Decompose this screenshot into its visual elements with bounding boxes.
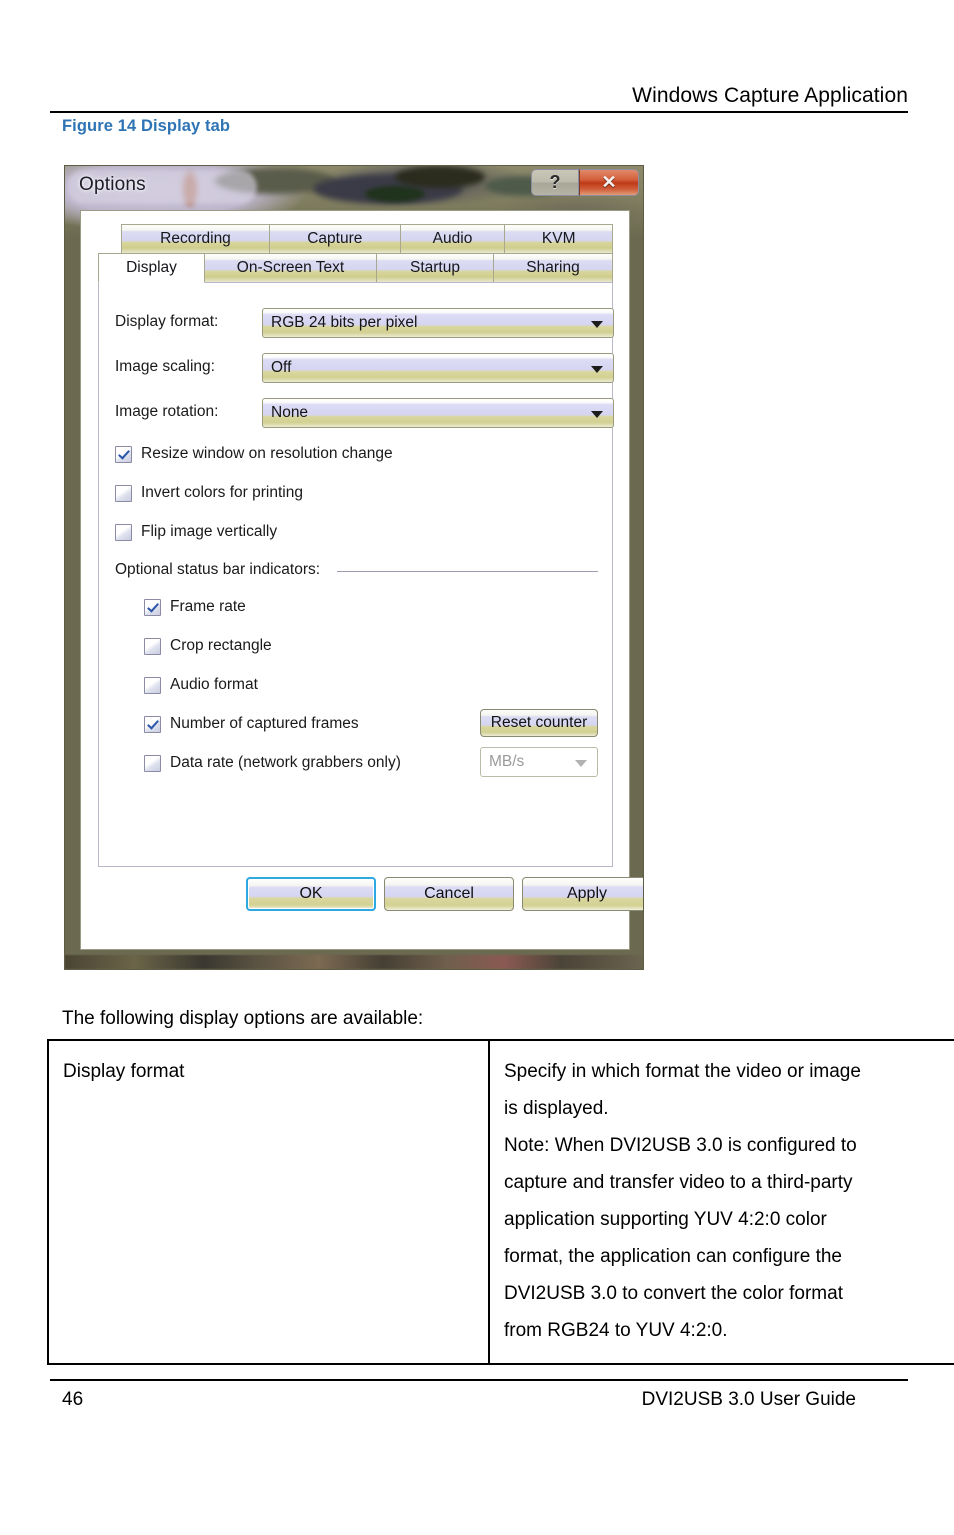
cancel-button[interactable]: Cancel	[384, 877, 514, 911]
window-controls: ? ✕	[531, 169, 639, 196]
tab-on-screen-text[interactable]: On-Screen Text	[204, 253, 377, 282]
dialog-body: Recording Capture Audio KVM Display On-S…	[80, 210, 643, 950]
checkbox-resize-window-on-resolution-change[interactable]: Resize window on resolution change	[115, 445, 393, 463]
checkbox-frame-rate[interactable]: Frame rate	[144, 598, 246, 616]
tab-row-bottom: Display On-Screen Text Startup Sharing	[98, 253, 613, 283]
intro-paragraph: The following display options are availa…	[62, 1008, 424, 1029]
tab-audio[interactable]: Audio	[399, 224, 506, 253]
checkbox-label: Crop rectangle	[170, 637, 272, 654]
document-title: DVI2USB 3.0 User Guide	[641, 1389, 856, 1410]
tab-startup[interactable]: Startup	[376, 253, 494, 282]
group-title: Optional status bar indicators:	[115, 561, 321, 578]
description-line: format, the application can configure th…	[504, 1246, 842, 1268]
checkbox-audio-format[interactable]: Audio format	[144, 676, 258, 694]
description-line: capture and transfer video to a third-pa…	[504, 1172, 853, 1194]
help-button[interactable]: ?	[531, 169, 579, 196]
figure-caption: Figure 14 Display tab	[62, 117, 231, 135]
display-format-label: Display format:	[115, 313, 219, 330]
checkbox-icon-unchecked[interactable]	[144, 637, 161, 655]
image-rotation-select[interactable]: None	[262, 398, 614, 428]
checkbox-icon-unchecked[interactable]	[144, 754, 161, 772]
data-rate-unit-value: MB/s	[489, 753, 525, 770]
figure-screenshot-options-dialog: Options ? ✕ Recording Capture Audio KVM …	[64, 165, 644, 970]
checkbox-icon-unchecked[interactable]	[144, 676, 161, 694]
tab-display[interactable]: Display	[98, 253, 205, 283]
description-line: is displayed.	[504, 1098, 609, 1120]
ok-button[interactable]: OK	[246, 877, 376, 911]
tab-kvm[interactable]: KVM	[504, 224, 613, 253]
tab-capture[interactable]: Capture	[268, 224, 401, 253]
checkbox-flip-image-vertically[interactable]: Flip image vertically	[115, 523, 277, 541]
page-header-title: Windows Capture Application	[632, 84, 908, 107]
tab-strip: Recording Capture Audio KVM Display On-S…	[98, 224, 613, 283]
checkbox-icon-checked[interactable]	[144, 598, 161, 616]
page-number: 46	[62, 1389, 84, 1410]
checkbox-label: Resize window on resolution change	[141, 445, 393, 462]
image-rotation-value: None	[271, 404, 309, 421]
dialog-title-bar: Options ? ✕	[65, 166, 643, 208]
description-line: application supporting YUV 4:2:0 color	[504, 1209, 827, 1231]
chevron-down-icon	[575, 760, 587, 767]
status-bar-indicators-group-header: Optional status bar indicators:	[115, 561, 598, 581]
page-footer: 46 DVI2USB 3.0 User Guide	[50, 1389, 908, 1419]
table-row: Display format Specify in which format t…	[47, 1038, 954, 1366]
checkbox-label: Audio format	[170, 676, 258, 693]
tab-recording[interactable]: Recording	[121, 224, 270, 253]
reset-counter-button[interactable]: Reset counter	[480, 709, 598, 737]
footer-rule	[50, 1379, 908, 1381]
display-format-select[interactable]: RGB 24 bits per pixel	[262, 308, 614, 338]
checkbox-label: Number of captured frames	[170, 715, 359, 732]
page-header: Windows Capture Application	[50, 84, 908, 114]
page-header-rule	[50, 111, 908, 113]
description-line: DVI2USB 3.0 to convert the color format	[504, 1283, 843, 1305]
checkbox-data-rate-network-grabbers-only[interactable]: Data rate (network grabbers only)	[144, 754, 401, 772]
checkbox-label: Invert colors for printing	[141, 484, 303, 501]
description-line: Specify in which format the video or ima…	[504, 1061, 861, 1082]
data-rate-unit-select[interactable]: MB/s	[480, 747, 598, 777]
chevron-down-icon	[591, 321, 603, 328]
group-divider	[337, 571, 598, 572]
dialog-title: Options	[79, 174, 146, 195]
checkbox-icon-checked[interactable]	[115, 445, 132, 463]
image-scaling-label: Image scaling:	[115, 358, 215, 375]
description-line: from RGB24 to YUV 4:2:0.	[504, 1320, 728, 1342]
apply-button[interactable]: Apply	[522, 877, 643, 911]
description-line: Note: When DVI2USB 3.0 is configured to	[504, 1135, 857, 1157]
checkbox-label: Frame rate	[170, 598, 246, 615]
tab-row-top: Recording Capture Audio KVM	[98, 224, 613, 253]
checkbox-icon-unchecked[interactable]	[115, 484, 132, 502]
display-tab-panel: Display format: RGB 24 bits per pixel Im…	[98, 282, 614, 867]
checkbox-number-of-captured-frames[interactable]: Number of captured frames	[144, 715, 359, 733]
checkbox-label: Flip image vertically	[141, 523, 278, 540]
image-rotation-label: Image rotation:	[115, 403, 219, 420]
checkbox-invert-colors-for-printing[interactable]: Invert colors for printing	[115, 484, 303, 502]
wallpaper-bottom-strip	[65, 955, 643, 969]
chevron-down-icon	[591, 411, 603, 418]
chevron-down-icon	[591, 366, 603, 373]
display-format-value: RGB 24 bits per pixel	[271, 314, 418, 331]
checkbox-icon-unchecked[interactable]	[115, 523, 132, 541]
table-cell-option: Display format	[47, 1038, 490, 1366]
checkbox-icon-checked[interactable]	[144, 715, 161, 733]
table-cell-description: Specify in which format the video or ima…	[488, 1038, 954, 1366]
image-scaling-select[interactable]: Off	[262, 353, 614, 383]
checkbox-crop-rectangle[interactable]: Crop rectangle	[144, 637, 272, 655]
dialog-action-bar: OK Cancel Apply	[81, 877, 643, 921]
image-scaling-value: Off	[271, 359, 292, 376]
close-icon[interactable]: ✕	[579, 169, 639, 196]
display-options-table: Display format Specify in which format t…	[47, 1038, 954, 1366]
tab-sharing[interactable]: Sharing	[493, 253, 613, 282]
checkbox-label: Data rate (network grabbers only)	[170, 754, 401, 771]
